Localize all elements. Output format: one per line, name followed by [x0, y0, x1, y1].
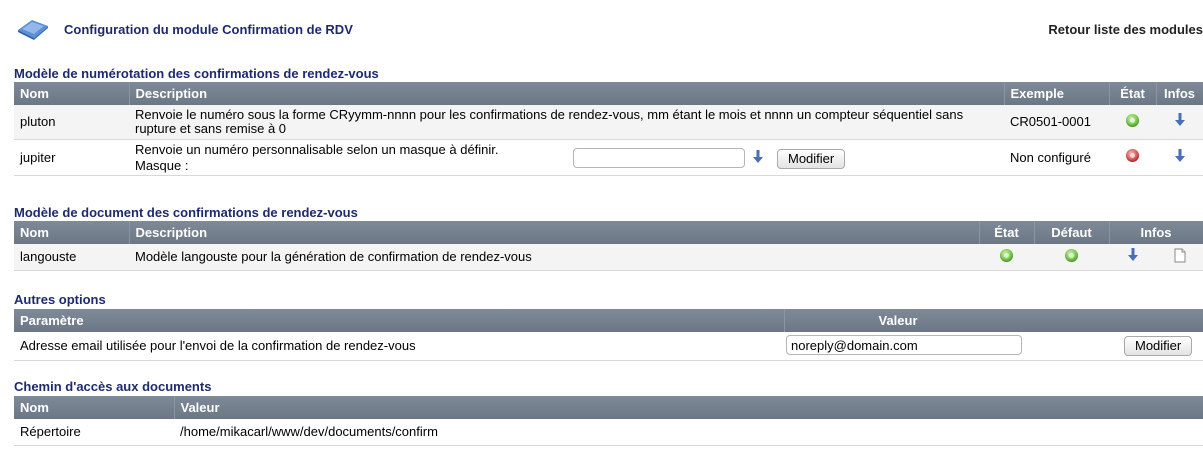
info-icon[interactable] [1126, 247, 1140, 263]
table-header-row: Nom Valeur [14, 396, 1203, 419]
default-enabled-icon[interactable] [1065, 248, 1078, 262]
column-header-state: État [979, 221, 1035, 244]
column-header-description: Description [129, 221, 980, 244]
documents-table: Nom Description État Défaut Infos langou… [14, 221, 1203, 271]
table-row: langouste Modèle langouste pour la génér… [14, 244, 1203, 271]
column-header-parameter: Paramètre [14, 309, 785, 332]
document-preview-icon[interactable] [1174, 248, 1186, 263]
table-row: Adresse email utilisée pour l'envoi de l… [14, 332, 1203, 361]
path-value: /home/mikacarl/www/dev/documents/confirm [174, 419, 1203, 446]
mask-label: Masque : [135, 157, 189, 173]
column-header-value: Valeur [784, 309, 1203, 332]
model-description: Renvoie un numéro personnalisable selon … [135, 141, 499, 157]
mask-help-icon[interactable] [751, 149, 765, 165]
column-header-state: État [1109, 82, 1157, 105]
module-folder-icon [18, 20, 48, 40]
back-to-modules-link[interactable]: Retour liste des modules [1048, 22, 1203, 37]
table-row: jupiter Renvoie un numéro personnalisabl… [14, 139, 1203, 176]
mask-input[interactable] [573, 147, 745, 168]
page-title: Configuration du module Confirmation de … [64, 22, 353, 37]
model-description: Renvoie le numéro sous la forme CRyymm-n… [129, 105, 1004, 140]
email-field[interactable] [786, 335, 1022, 355]
document-name: langouste [14, 244, 129, 271]
model-example: Non configuré [1004, 139, 1109, 176]
paths-table: Nom Valeur Répertoire /home/mikacarl/www… [14, 396, 1203, 446]
info-icon[interactable] [1173, 148, 1187, 164]
document-description: Modèle langouste pour la génération de c… [129, 244, 979, 271]
modify-email-button[interactable]: Modifier [1124, 336, 1193, 356]
status-disabled-icon[interactable] [1126, 149, 1139, 162]
table-row: Répertoire /home/mikacarl/www/dev/docume… [14, 419, 1203, 446]
column-header-example: Exemple [1004, 82, 1110, 105]
options-section-title: Autres options [14, 292, 106, 307]
column-header-infos: Infos [1156, 82, 1203, 105]
model-example: CR0501-0001 [1004, 105, 1109, 140]
numbering-table: Nom Description Exemple État Infos pluto… [14, 82, 1203, 176]
column-header-name: Nom [14, 396, 175, 419]
modify-mask-button[interactable]: Modifier [777, 148, 846, 169]
model-name: pluton [14, 105, 129, 140]
table-header-row: Paramètre Valeur [14, 309, 1203, 332]
info-icon[interactable] [1173, 112, 1187, 128]
paths-section-title: Chemin d'accès aux documents [14, 379, 212, 394]
status-enabled-icon[interactable] [1126, 113, 1139, 127]
table-row: pluton Renvoie le numéro sous la forme C… [14, 105, 1203, 140]
column-header-name: Nom [14, 82, 130, 105]
column-header-infos: Infos [1109, 221, 1203, 244]
model-name: jupiter [14, 139, 129, 176]
table-header-row: Nom Description Exemple État Infos [14, 82, 1203, 105]
table-header-row: Nom Description État Défaut Infos [14, 221, 1203, 244]
column-header-default: Défaut [1034, 221, 1110, 244]
path-name: Répertoire [14, 419, 174, 446]
numbering-section-title: Modèle de numérotation des confirmations… [14, 66, 379, 81]
column-header-description: Description [129, 82, 1005, 105]
documents-section-title: Modèle de document des confirmations de … [14, 205, 358, 220]
option-label: Adresse email utilisée pour l'envoi de l… [14, 332, 784, 361]
column-header-name: Nom [14, 221, 130, 244]
column-header-value: Valeur [174, 396, 1203, 419]
status-enabled-icon[interactable] [1000, 248, 1013, 262]
page-header: Configuration du module Confirmation de … [0, 0, 1203, 60]
options-table: Paramètre Valeur Adresse email utilisée … [14, 309, 1203, 361]
